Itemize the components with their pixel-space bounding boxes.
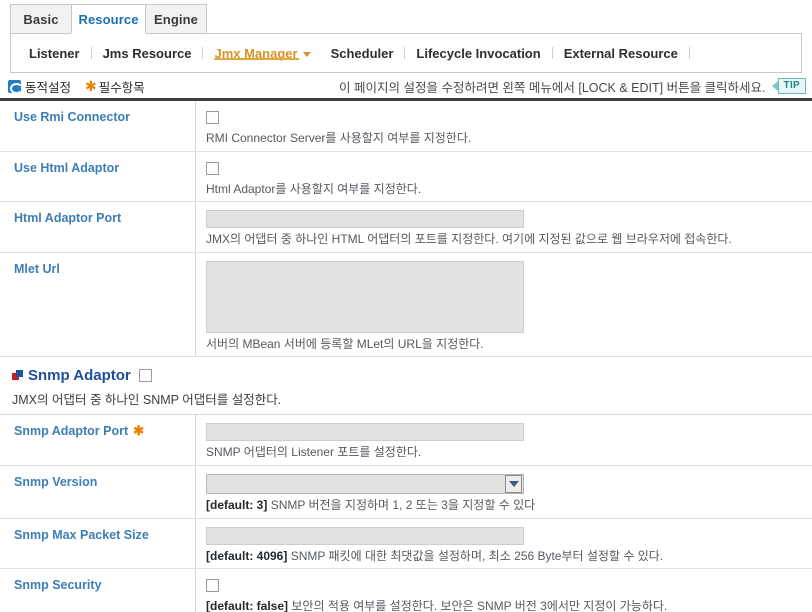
snmp-security-checkbox[interactable] bbox=[206, 579, 219, 593]
field-description: RMI Connector Server를 사용할지 여부를 지정한다. bbox=[206, 131, 472, 145]
field-description: [default: 3] SNMP 버전을 지정하며 1, 2 또는 3을 지정… bbox=[206, 498, 812, 514]
notice-area: 이 페이지의 설정을 수정하려면 왼쪽 메뉴에서 [LOCK & EDIT] 버… bbox=[339, 77, 812, 96]
section-title-text: Snmp Adaptor bbox=[28, 367, 131, 385]
field-control: [default: false] 보안의 적용 여부를 설정한다. 보안은 SN… bbox=[196, 569, 812, 612]
field-control: Html Adaptor를 사용할지 여부를 지정한다. bbox=[196, 152, 812, 202]
field-control: SNMP 어댑터의 Listener 포트를 설정한다. bbox=[196, 415, 812, 465]
form-row-snmp-security: Snmp Security [default: false] 보안의 적용 여부… bbox=[0, 569, 812, 612]
notice-text: 이 페이지의 설정을 수정하려면 왼쪽 메뉴에서 [LOCK & EDIT] 버… bbox=[339, 80, 766, 95]
field-description: Html Adaptor를 사용할지 여부를 지정한다. bbox=[206, 181, 422, 196]
field-label: Snmp Version bbox=[0, 465, 196, 518]
subnav-item-jmx-manager[interactable]: Jmx Manager bbox=[204, 46, 320, 61]
form-row-snmp-max-packet-size: Snmp Max Packet Size [default: 4096] SNM… bbox=[0, 518, 812, 570]
legend-dynamic-label: 동적설정 bbox=[25, 80, 72, 95]
tip-label: TIP bbox=[777, 78, 806, 94]
field-description-text: SNMP 버전을 지정하며 1, 2 또는 3을 지정할 수 있다 bbox=[270, 497, 536, 512]
subnav-item-external-resource[interactable]: External Resource bbox=[554, 46, 688, 61]
form-row-html-adaptor-port: Html Adaptor Port JMX의 어댑터 중 하나인 HTML 어댑… bbox=[0, 202, 812, 253]
form-row-use-rmi-connector: Use Rmi Connector RMI Connector Server를 … bbox=[0, 101, 812, 152]
mlet-url-textarea[interactable] bbox=[206, 260, 524, 333]
legend-required: ✱ 필수항목 bbox=[85, 77, 145, 96]
subnav-item-scheduler[interactable]: Scheduler bbox=[321, 46, 404, 61]
page-root: Basic Resource Engine Listener Jms Resou… bbox=[0, 0, 812, 612]
tab-basic[interactable]: Basic bbox=[10, 4, 72, 34]
legend-dynamic: 동적설정 bbox=[8, 77, 71, 96]
subnav-separator bbox=[404, 47, 406, 59]
snmp-adaptor-section-header: Snmp Adaptor JMX의 어댑터 중 하나인 SNMP 어댑터를 설정… bbox=[0, 357, 812, 415]
field-label: Use Html Adaptor bbox=[0, 151, 196, 202]
field-label: Snmp Max Packet Size bbox=[0, 518, 196, 569]
chevron-down-icon[interactable] bbox=[302, 51, 311, 57]
subnav-separator bbox=[688, 47, 690, 59]
field-label: Mlet Url bbox=[0, 252, 196, 357]
field-control: [default: 3] SNMP 버전을 지정하며 1, 2 또는 3을 지정… bbox=[196, 466, 812, 518]
field-label: Snmp Adaptor Port ✱ bbox=[0, 415, 196, 465]
snmp-adaptor-port-input[interactable] bbox=[206, 423, 524, 442]
field-label-text: Use Html Adaptor bbox=[14, 160, 120, 175]
primary-tabstrip: Basic Resource Engine bbox=[0, 0, 812, 36]
field-default-value: [default: false] bbox=[206, 599, 289, 612]
form-row-snmp-adaptor-port: Snmp Adaptor Port ✱ SNMP 어댑터의 Listener 포… bbox=[0, 414, 812, 466]
field-label: Html Adaptor Port bbox=[0, 202, 196, 252]
form-top-rule bbox=[0, 98, 812, 101]
required-asterisk-icon: ✱ bbox=[133, 423, 145, 439]
field-label-text: Snmp Version bbox=[14, 474, 98, 489]
field-description: [default: 4096] SNMP 패킷에 대한 최댓값을 설정하며, 최… bbox=[206, 549, 812, 565]
subnav-item-jms-resource[interactable]: Jms Resource bbox=[93, 46, 202, 61]
field-control: RMI Connector Server를 사용할지 여부를 지정한다. bbox=[196, 101, 812, 151]
field-default-value: [default: 3] bbox=[206, 497, 268, 512]
refresh-icon bbox=[8, 79, 23, 94]
field-label-text: Use Rmi Connector bbox=[14, 110, 130, 124]
field-description-text: SNMP 패킷에 대한 최댓값을 설정하며, 최소 256 Byte부터 설정할… bbox=[290, 548, 664, 563]
subnav-item-lifecycle-invocation[interactable]: Lifecycle Invocation bbox=[406, 46, 550, 61]
snmp-max-packet-size-input[interactable] bbox=[206, 526, 524, 545]
subnav-item-listener[interactable]: Listener bbox=[19, 46, 90, 61]
form-row-use-html-adaptor: Use Html Adaptor Html Adaptor를 사용할지 여부를 … bbox=[0, 151, 812, 203]
subnav-separator bbox=[90, 47, 92, 59]
settings-form: Use Rmi Connector RMI Connector Server를 … bbox=[0, 98, 812, 612]
legend-bar: 동적설정 ✱ 필수항목 이 페이지의 설정을 수정하려면 왼쪽 메뉴에서 [LO… bbox=[0, 74, 812, 98]
field-label-text: Html Adaptor Port bbox=[14, 211, 122, 226]
tab-resource[interactable]: Resource bbox=[71, 4, 146, 34]
snmp-version-select[interactable] bbox=[206, 473, 524, 494]
use-rmi-connector-checkbox[interactable] bbox=[206, 111, 219, 125]
section-marker-icon bbox=[12, 370, 23, 381]
field-label: Use Rmi Connector bbox=[0, 101, 196, 151]
subnav-separator bbox=[551, 47, 553, 59]
form-row-snmp-version: Snmp Version [default: 3] SNMP 버전을 지정하며 … bbox=[0, 465, 812, 519]
subnav-separator bbox=[202, 47, 204, 59]
field-description: 서버의 MBean 서버에 등록할 MLet의 URL을 지정한다. bbox=[206, 336, 484, 351]
active-underline bbox=[214, 57, 299, 60]
field-default-value: [default: 4096] bbox=[206, 548, 288, 563]
html-adaptor-port-input[interactable] bbox=[206, 210, 524, 229]
sub-navigation: Listener Jms Resource Jmx Manager Schedu… bbox=[10, 33, 802, 73]
field-control: [default: 4096] SNMP 패킷에 대한 최댓값을 설정하며, 최… bbox=[196, 519, 812, 569]
field-label-text: Mlet Url bbox=[14, 261, 60, 276]
section-description: JMX의 어댑터 중 하나인 SNMP 어댑터를 설정한다. bbox=[12, 393, 282, 408]
legend-group: 동적설정 ✱ 필수항목 bbox=[0, 77, 159, 96]
field-description-text: 보안의 적용 여부를 설정한다. 보안은 SNMP 버전 3에서만 지정이 가능… bbox=[291, 599, 668, 612]
field-control: JMX의 어댑터 중 하나인 HTML 어댑터의 포트를 지정한다. 여기에 지… bbox=[196, 202, 812, 252]
field-label-text: Snmp Security bbox=[14, 578, 102, 593]
field-label: Snmp Security bbox=[0, 569, 196, 612]
tip-badge[interactable]: TIP bbox=[771, 78, 806, 94]
field-label-text: Snmp Max Packet Size bbox=[14, 527, 149, 542]
section-title: Snmp Adaptor bbox=[12, 367, 812, 384]
field-control: 서버의 MBean 서버에 등록할 MLet의 URL을 지정한다. bbox=[196, 253, 812, 357]
use-html-adaptor-checkbox[interactable] bbox=[206, 161, 219, 175]
field-description: JMX의 어댑터 중 하나인 HTML 어댑터의 포트를 지정한다. 여기에 지… bbox=[206, 232, 732, 247]
form-row-mlet-url: Mlet Url 서버의 MBean 서버에 등록할 MLet의 URL을 지정… bbox=[0, 252, 812, 358]
chevron-down-icon bbox=[505, 474, 522, 493]
asterisk-icon: ✱ bbox=[85, 78, 97, 94]
field-label-text: Snmp Adaptor Port bbox=[14, 424, 129, 439]
field-description: SNMP 어댑터의 Listener 포트를 설정한다. bbox=[206, 445, 422, 460]
legend-required-label: 필수항목 bbox=[98, 80, 145, 95]
snmp-adaptor-checkbox[interactable] bbox=[138, 369, 152, 383]
field-description: [default: false] 보안의 적용 여부를 설정한다. 보안은 SN… bbox=[206, 599, 812, 612]
tab-engine[interactable]: Engine bbox=[145, 4, 207, 34]
